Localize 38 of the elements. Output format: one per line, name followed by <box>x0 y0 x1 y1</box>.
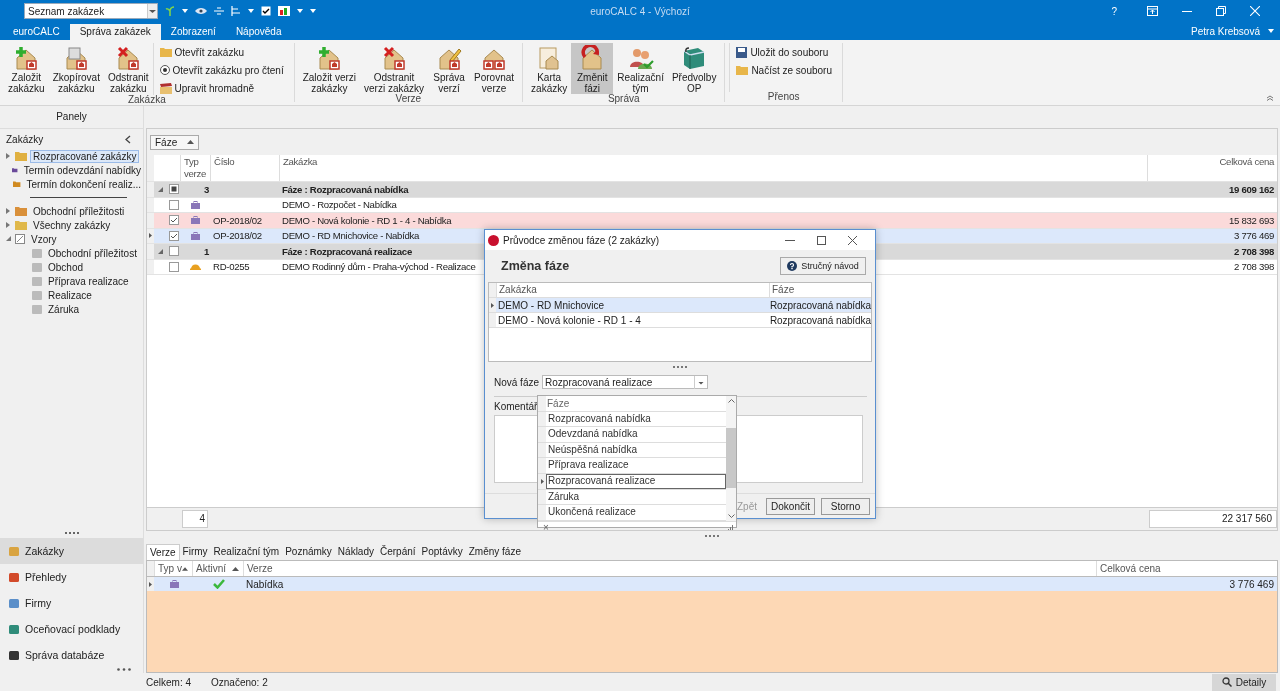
table-cell: DEMO - RD Mnichovice <box>498 299 605 311</box>
table-cell: 3 776 469 <box>1229 578 1274 590</box>
table-cell: DEMO - Nová kolonie - RD 1 - 4 <box>498 314 641 326</box>
status-text: Celkem: 4 <box>146 676 191 688</box>
panel-title: Panely <box>0 106 143 129</box>
table-cell: RD-0255 <box>213 261 250 273</box>
group-total: 2 708 398 <box>1234 245 1274 257</box>
dialog-title: Průvodce změnou fáze (2 zakázky) <box>503 234 660 246</box>
table-cell: OP-2018/02 <box>213 230 262 242</box>
table-cell: DEMO Rodinný dům - Praha-východ - Realizace <box>282 261 476 273</box>
window-title: euroCALC 4 - Výchozí <box>590 5 690 17</box>
table-cell: Rozpracovaná nabídka <box>770 299 871 311</box>
footer-count: 4 <box>182 510 208 528</box>
table-cell: DEMO - Rozpočet - Nabídka <box>282 199 397 211</box>
dialog-heading: Změna fáze <box>501 259 570 273</box>
table-cell: DEMO - Nová kolonie - RD 1 - 4 - Nabídka <box>282 214 452 226</box>
field-label: Nová fáze <box>494 376 540 388</box>
status-text: Označeno: 2 <box>211 676 268 688</box>
table-cell: Rozpracovaná nabídka <box>770 314 871 326</box>
column-header: Fáze <box>546 397 571 409</box>
field-label: Komentář <box>494 401 538 412</box>
group-count: 3 <box>203 183 209 195</box>
table-cell: Nabídka <box>246 578 284 590</box>
ribbon-group-label: Správa <box>606 94 640 104</box>
ribbon-group-label: Přenos <box>766 92 801 102</box>
table-cell: 2 708 398 <box>1234 261 1274 273</box>
table-cell: DEMO - RD Mnichovice - Nabídka <box>282 230 420 242</box>
group-label: Fáze : Rozpracovaná nabídka <box>282 183 409 195</box>
table-cell: 3 776 469 <box>1234 230 1274 242</box>
footer-total: 22 317 560 <box>1149 510 1277 528</box>
ribbon-group-label: Verze <box>395 94 422 104</box>
group-count: 1 <box>203 245 209 257</box>
table-cell: OP-2018/02 <box>213 214 262 226</box>
group-total: 19 609 162 <box>1228 183 1274 195</box>
ribbon-group-label: Zakázka <box>126 95 167 105</box>
group-label: Fáze : Rozpracovaná realizace <box>282 245 412 257</box>
section-title: Zakázky <box>6 134 44 145</box>
table-cell: 15 832 693 <box>1228 214 1274 226</box>
